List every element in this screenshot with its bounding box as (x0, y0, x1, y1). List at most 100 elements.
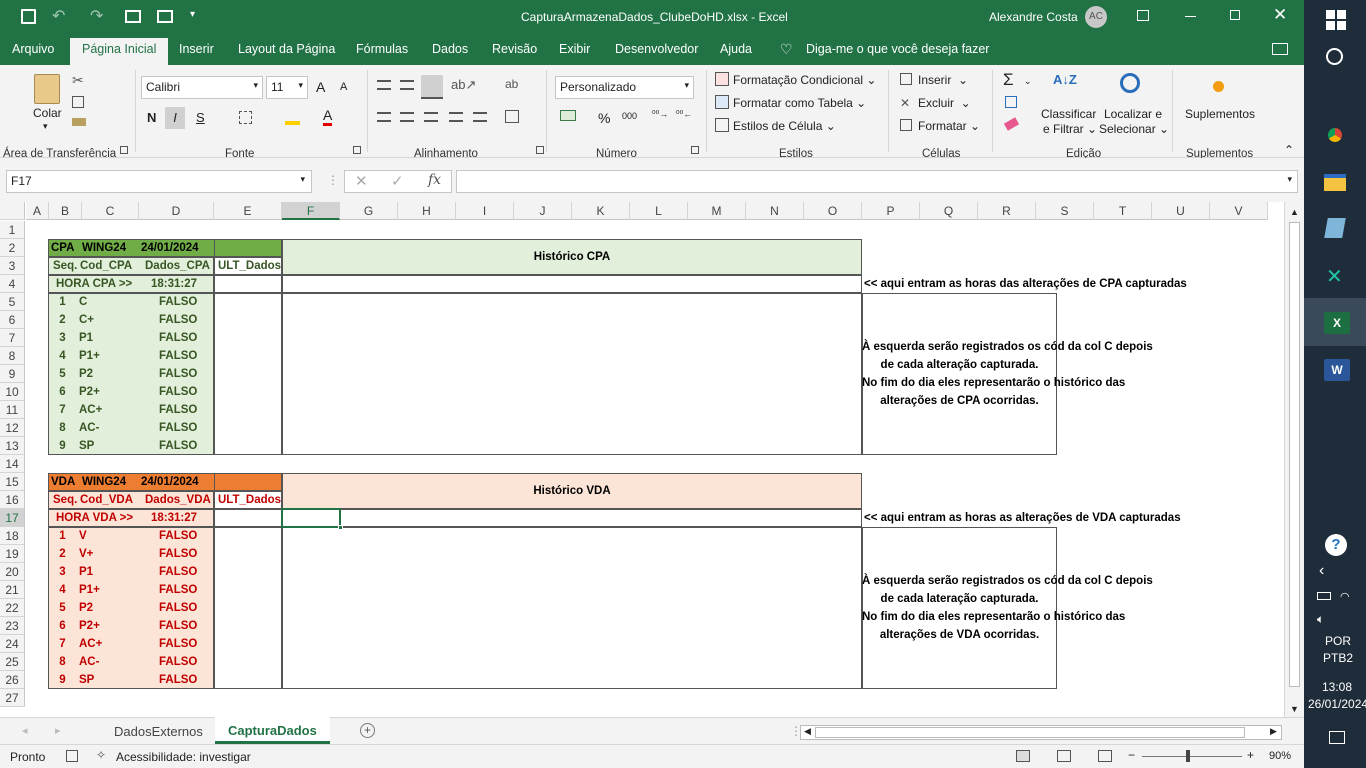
prev-sheet-icon[interactable]: ◂ (22, 724, 28, 737)
italic-button[interactable]: I (165, 107, 185, 129)
macro-record-icon[interactable] (66, 750, 78, 762)
zoom-out-icon[interactable]: − (1128, 748, 1135, 762)
tab-ajuda[interactable]: Ajuda (720, 42, 752, 56)
form-icon-2[interactable] (157, 10, 173, 23)
align-left-icon[interactable] (377, 112, 391, 122)
help-icon[interactable]: ? (1325, 534, 1347, 556)
col-header-K[interactable]: K (572, 202, 630, 220)
cut-icon[interactable]: ✂ (72, 72, 84, 89)
col-header-A[interactable]: A (26, 202, 49, 220)
delete-button[interactable]: Excluir ⌄ (918, 96, 971, 110)
volume-icon[interactable]: 🔈︎ (1317, 612, 1324, 627)
wifi-icon[interactable]: ◠ (1340, 590, 1350, 603)
row-header-20[interactable]: 20 (0, 563, 25, 581)
clock-date[interactable]: 26/01/2024 (1308, 697, 1366, 711)
row-header-25[interactable]: 25 (0, 653, 25, 671)
col-header-E[interactable]: E (214, 202, 282, 220)
comments-icon[interactable] (1272, 43, 1288, 55)
number-dialog-icon[interactable] (691, 146, 699, 154)
row-header-2[interactable]: 2 (0, 239, 25, 257)
row-header-22[interactable]: 22 (0, 599, 25, 617)
language-indicator[interactable]: POR (1325, 634, 1351, 648)
formula-options-icon[interactable]: ⋮ (327, 173, 339, 187)
next-sheet-icon[interactable]: ▸ (55, 724, 61, 737)
vertical-scrollbar[interactable]: ▲ ▼ (1284, 202, 1304, 717)
row-header-11[interactable]: 11 (0, 401, 25, 419)
clock-time[interactable]: 13:08 (1322, 680, 1352, 694)
number-format-select[interactable]: Personalizado ▾ (555, 76, 694, 99)
zoom-in-icon[interactable]: + (1247, 748, 1254, 762)
row-header-16[interactable]: 16 (0, 491, 25, 509)
col-header-C[interactable]: C (82, 202, 139, 220)
row-header-9[interactable]: 9 (0, 365, 25, 383)
form-icon[interactable] (125, 10, 141, 23)
col-header-Q[interactable]: Q (920, 202, 978, 220)
row-header-13[interactable]: 13 (0, 437, 25, 455)
col-header-O[interactable]: O (804, 202, 862, 220)
thousands-button[interactable]: 000 (622, 111, 637, 121)
col-header-P[interactable]: P (862, 202, 920, 220)
chrome-icon[interactable] (1324, 124, 1346, 146)
accessibility-status[interactable]: Acessibilidade: investigar (116, 750, 251, 764)
row-header-15[interactable]: 15 (0, 473, 25, 491)
decrease-font-icon[interactable]: A (340, 81, 347, 93)
paste-icon[interactable] (34, 74, 60, 104)
word-icon[interactable]: W (1324, 359, 1350, 381)
decrease-indent-icon[interactable] (449, 112, 463, 122)
cell-styles-button[interactable]: Estilos de Célula ⌄ (733, 119, 836, 133)
decrease-decimal-icon[interactable]: ⁰⁰← (676, 109, 692, 120)
col-header-N[interactable]: N (746, 202, 804, 220)
increase-font-icon[interactable]: A (316, 79, 325, 95)
row-header-17[interactable]: 17 (0, 509, 25, 527)
bold-button[interactable]: N (147, 110, 156, 125)
tab-layout[interactable]: Layout da Página (238, 42, 335, 56)
windows-start-icon[interactable] (1326, 10, 1346, 30)
row-header-24[interactable]: 24 (0, 635, 25, 653)
tab-desenvolvedor[interactable]: Desenvolvedor (615, 42, 698, 56)
font-size-select[interactable]: 11 ▾ (266, 76, 308, 99)
battery-icon[interactable] (1317, 592, 1331, 600)
tab-arquivo[interactable]: Arquivo (12, 42, 54, 56)
row-header-26[interactable]: 26 (0, 671, 25, 689)
paste-dropdown-icon[interactable]: ▾ (43, 121, 48, 132)
horizontal-scrollbar[interactable]: ◀ ▶ (800, 725, 1282, 740)
row-header-27[interactable]: 27 (0, 689, 25, 707)
customize-toolbar-icon[interactable]: ▾ (190, 9, 195, 20)
app-icon[interactable]: ✕ (1326, 264, 1343, 289)
font-color-icon[interactable]: A (323, 108, 333, 126)
avatar[interactable]: AC (1085, 6, 1107, 28)
row-header-19[interactable]: 19 (0, 545, 25, 563)
ribbon-display-icon[interactable] (1137, 10, 1149, 21)
font-name-select[interactable]: Calibri ▾ (141, 76, 263, 99)
row-header-5[interactable]: 5 (0, 293, 25, 311)
alignment-dialog-icon[interactable] (536, 146, 544, 154)
cancel-icon[interactable]: ✕ (355, 172, 368, 190)
scroll-left-icon[interactable]: ◀ (804, 726, 811, 737)
fill-color-icon[interactable] (285, 110, 300, 125)
tab-inserir[interactable]: Inserir (179, 42, 214, 56)
select-all[interactable] (0, 202, 25, 220)
file-explorer-icon[interactable] (1324, 174, 1346, 191)
col-header-D[interactable]: D (139, 202, 214, 220)
page-layout-icon[interactable] (1057, 750, 1071, 762)
col-header-L[interactable]: L (630, 202, 688, 220)
align-center-icon[interactable] (400, 112, 414, 122)
save-icon[interactable] (21, 9, 36, 24)
sort-filter-button[interactable]: Classificar (1041, 107, 1096, 121)
find-select-button-2[interactable]: Selecionar ⌄ (1099, 122, 1169, 136)
row-header-8[interactable]: 8 (0, 347, 25, 365)
insert-function-icon[interactable]: fx (428, 172, 441, 188)
scroll-down-icon[interactable]: ▼ (1290, 704, 1299, 714)
autosum-icon[interactable]: Σ (1003, 70, 1014, 90)
fill-icon[interactable] (1005, 96, 1017, 108)
row-header-18[interactable]: 18 (0, 527, 25, 545)
scroll-thumb[interactable] (1289, 222, 1300, 687)
tab-exibir[interactable]: Exibir (559, 42, 590, 56)
search-icon[interactable] (1326, 48, 1343, 65)
col-header-F[interactable]: F (282, 202, 340, 220)
col-header-M[interactable]: M (688, 202, 746, 220)
accessibility-icon[interactable]: ✧ (96, 748, 106, 762)
formula-input[interactable]: ▾ (456, 170, 1298, 193)
minimize-icon[interactable] (1185, 16, 1196, 17)
close-icon[interactable]: ✕ (1273, 5, 1287, 25)
